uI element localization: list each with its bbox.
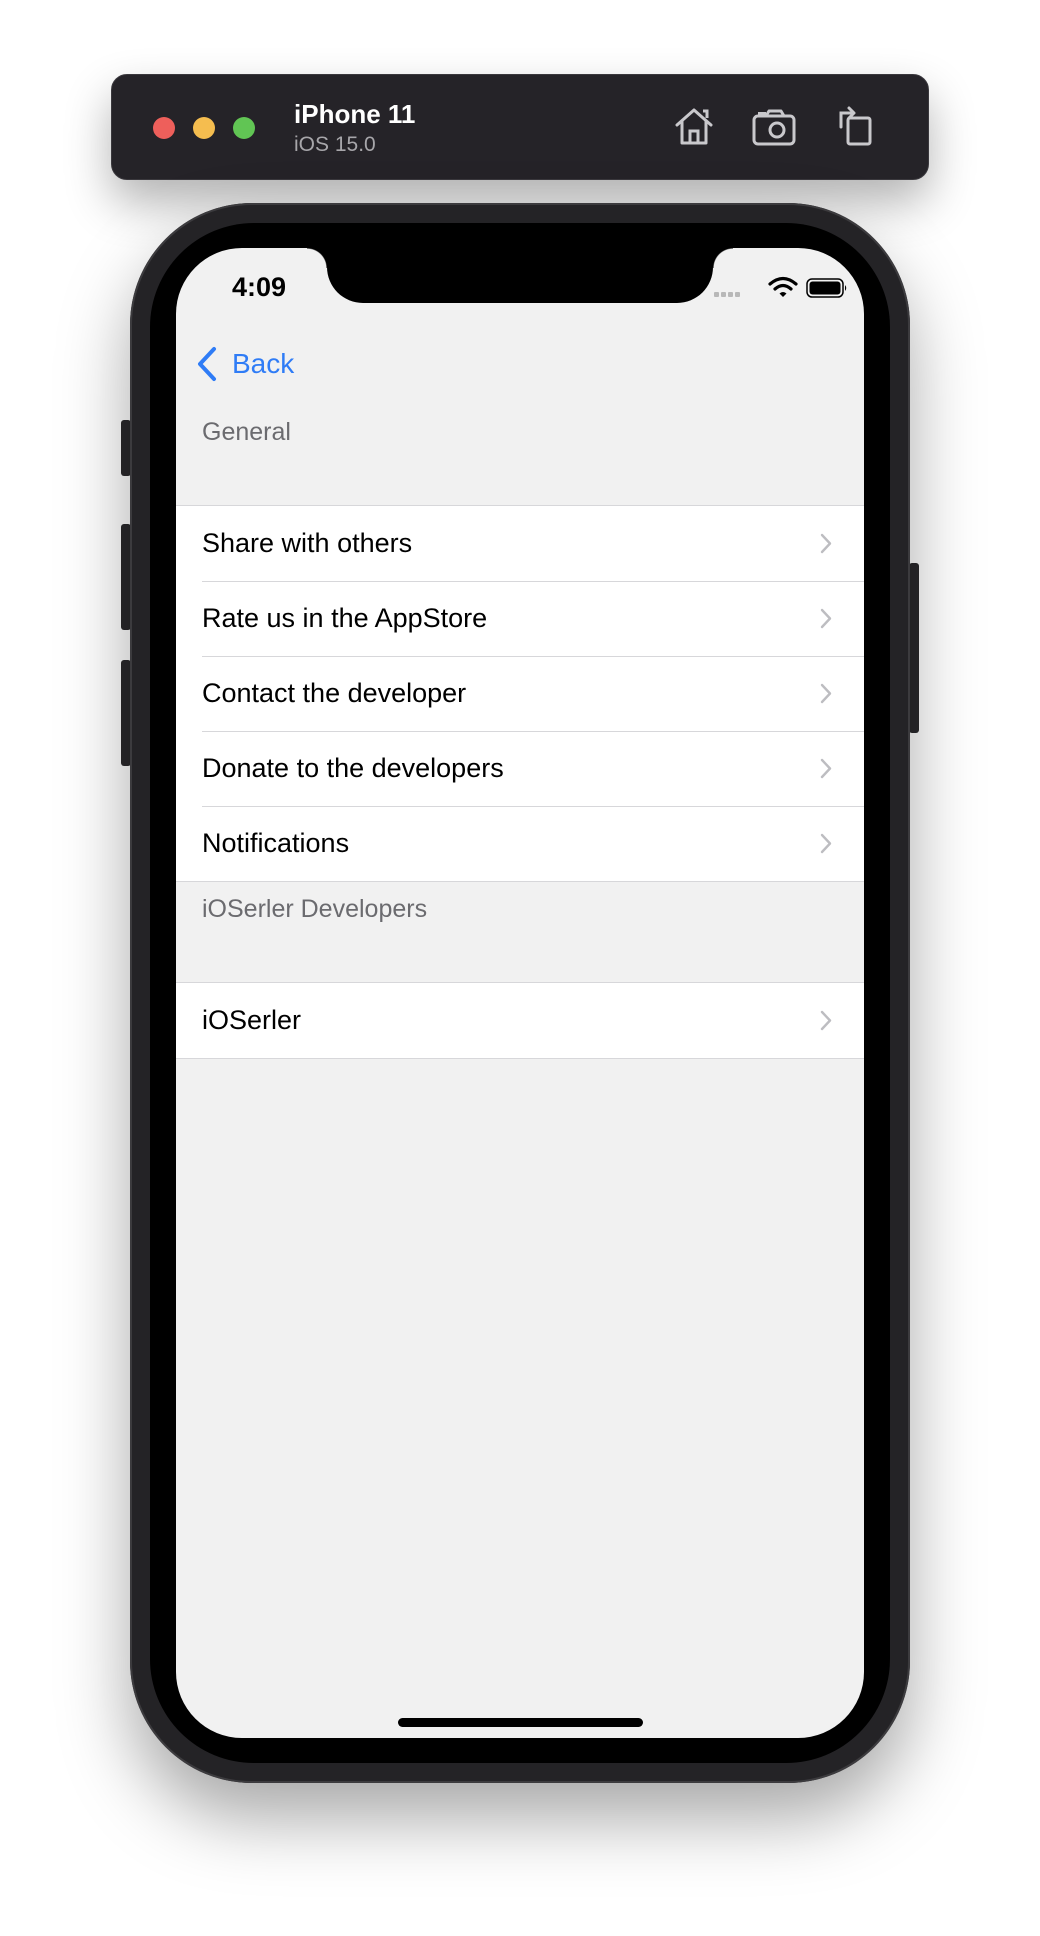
chevron-right-icon [820,533,832,554]
simulator-toolbar: iPhone 11 iOS 15.0 [111,74,929,180]
row-contact-developer[interactable]: Contact the developer [176,656,864,731]
battery-icon [806,278,847,298]
settings-group-developers: iOSerler [176,982,864,1059]
row-label: Contact the developer [202,678,467,708]
row-ioserler[interactable]: iOSerler [176,983,864,1058]
row-donate[interactable]: Donate to the developers [176,731,864,806]
row-notifications[interactable]: Notifications [176,806,864,881]
device-name: iPhone 11 [294,99,416,129]
device-os-version: iOS 15.0 [294,133,376,156]
chevron-left-icon [198,347,216,381]
chevron-right-icon [820,1010,832,1031]
chevron-right-icon [820,683,832,704]
row-label: Notifications [202,828,350,858]
chevron-right-icon [820,608,832,629]
chevron-right-icon [820,758,832,779]
row-share-with-others[interactable]: Share with others [176,506,864,581]
wifi-icon [768,276,798,297]
zoom-window-button[interactable] [233,117,255,139]
power-button [909,563,919,733]
row-label: iOSerler [202,1005,302,1035]
row-label: Share with others [202,528,413,558]
row-rate-us[interactable]: Rate us in the AppStore [176,581,864,656]
notch [307,248,733,303]
minimize-window-button[interactable] [193,117,215,139]
phone-screen: 4:09 Back General Share with others Rate… [176,248,864,1738]
chevron-right-icon [820,833,832,854]
back-button[interactable]: Back [196,344,294,384]
close-window-button[interactable] [153,117,175,139]
settings-group-general: Share with others Rate us in the AppStor… [176,505,864,882]
status-time: 4:09 [232,272,287,302]
back-label: Back [232,348,295,379]
section-header-general: General [202,418,291,446]
rotate-icon[interactable] [831,101,881,151]
home-icon[interactable] [669,101,719,151]
section-header-ioserler-developers: iOSerler Developers [202,895,428,923]
screenshot-icon[interactable] [750,101,800,151]
simulator-stage: iPhone 11 iOS 15.0 4:09 Back General Sha… [0,0,1040,1936]
home-indicator[interactable] [398,1718,643,1727]
row-label: Rate us in the AppStore [202,603,488,633]
cellular-signal-icon [714,292,742,297]
row-label: Donate to the developers [202,753,504,783]
